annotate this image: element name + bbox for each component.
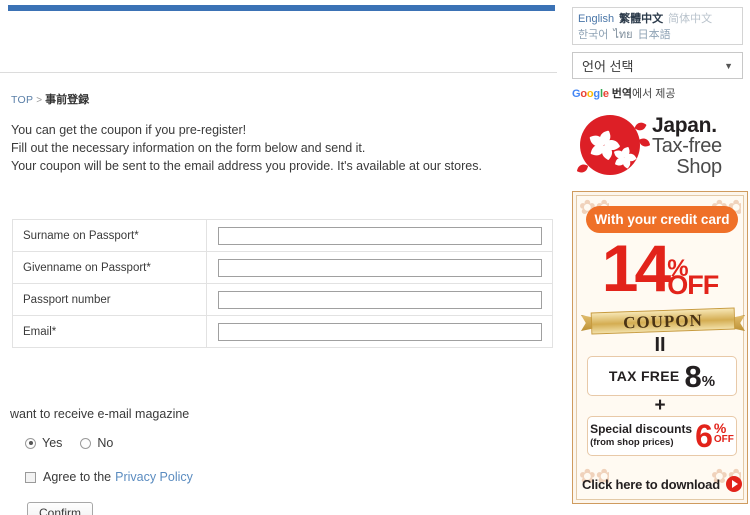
taxfree-logo-line-2: Tax-free [652,134,722,157]
taxfree-logo-text: Japan. Tax-free Shop [652,115,722,178]
agree-privacy-row[interactable]: Agree to the Privacy Policy [25,470,193,484]
header-panel [0,11,557,73]
radio-yes-label: Yes [42,436,63,450]
special-discount-suffix: % OFF [713,420,734,445]
lang-link-traditional-chinese[interactable]: 繁體中文 [619,13,663,25]
breadcrumb-top-link[interactable]: TOP [11,94,33,106]
taxfree-logo-line-1: Japan. [652,113,717,137]
table-row: Passport number [11,283,553,316]
special-off-label: OFF [713,434,734,445]
download-label: Click here to download [582,476,720,492]
taxfree-number: 8 [684,358,702,394]
play-arrow-icon[interactable] [725,476,742,492]
coupon-banner[interactable]: ✿✿ ✿✿ ✿✿ ✿✿ With your credit card 14%OFF… [572,191,748,504]
lang-link-simplified-chinese[interactable]: 简体中文 [668,13,712,25]
agree-checkbox-icon[interactable] [25,471,36,483]
table-row: Email* [11,315,553,348]
language-links-row-2: 한국어 ไทย 日本語 [578,27,737,43]
radio-yes-icon[interactable] [25,437,36,449]
google-translate-credit: Google 번역 에서 제공 [572,85,676,101]
surname-input[interactable] [218,227,543,245]
table-row: Givenname on Passport* [11,251,553,284]
google-logo: Google [572,88,609,100]
discount-off-label: OFF [667,270,719,300]
sidebar: English 繁體中文 简体中文 한국어 ไทย 日本語 언어 선택 ▼ Google… [572,0,750,515]
intro-line-3: Your coupon will be sent to the email ad… [11,159,482,173]
field-cell-givenname [206,251,553,284]
special-discount-box: Special discounts (from shop prices) 6 %… [587,416,737,456]
taxfree-percent-symbol: % [701,373,716,390]
discount-number: 14 [601,231,671,305]
email-magazine-radio-group: Yes No [25,436,131,450]
agree-prefix-label: Agree to the [43,470,112,484]
special-discount-number: 6 [695,418,713,454]
intro-line-2: Fill out the necessary information on th… [11,141,366,155]
breadcrumb-separator: > [36,95,43,106]
sakura-petal [576,162,589,175]
page-root: TOP > 事前登録 You can get the coupon if you p… [0,0,750,515]
sakura-flower-small [613,146,637,169]
lang-link-english[interactable]: English [578,13,614,25]
field-label-surname: Surname on Passport* [11,219,208,252]
email-input[interactable] [218,323,543,341]
main-content-column: TOP > 事前登録 You can get the coupon if you p… [0,0,562,515]
special-discount-line-2: (from shop prices) [590,437,674,448]
lang-link-japanese[interactable]: 日本語 [638,29,671,41]
privacy-policy-link[interactable]: Privacy Policy [115,470,193,484]
field-cell-passport-number [206,283,553,316]
taxfree-value-box: TAX FREE 8 % [587,356,737,396]
passport-number-input[interactable] [218,291,543,309]
radio-option-yes[interactable]: Yes [25,436,62,450]
ribbon-label: COUPON [622,310,704,333]
language-select-value: 언어 선택 [582,59,634,74]
field-label-givenname: Givenname on Passport* [11,251,208,284]
breadcrumb-current: 事前登録 [45,94,90,106]
sakura-petal [638,136,651,149]
equals-sign: II [654,334,666,356]
google-credit-bold-text: 번역 [611,88,632,100]
chevron-down-icon: ▼ [724,60,733,71]
confirm-button[interactable]: Confirm [27,502,93,515]
special-percent-symbol: % [713,420,727,436]
radio-option-no[interactable]: No [80,436,113,450]
field-label-email: Email* [11,315,208,348]
google-credit-rest-text: 에서 제공 [631,88,676,100]
radio-no-icon[interactable] [80,437,92,449]
registration-form-table: Surname on Passport* Givenname on Passpo… [11,219,553,348]
special-discount-line-1: Special discounts [590,422,693,436]
table-row: Surname on Passport* [11,219,553,252]
givenname-input[interactable] [218,259,543,277]
google-letter: e [602,88,609,100]
taxfree-label: TAX FREE [608,368,680,384]
discount-suffix: % OFF [667,257,719,300]
lang-link-korean[interactable]: 한국어 [578,29,608,41]
special-discount-text: Special discounts (from shop prices) [590,423,692,449]
japan-taxfree-shop-logo: Japan. Tax-free Shop [574,107,746,185]
plus-sign: + [654,395,666,416]
language-links-box: English 繁體中文 简体中文 한국어 ไทย 日本語 [572,7,743,45]
intro-paragraph: You can get the coupon if you pre-regist… [11,121,551,175]
taxfree-logo-line-3: Shop [676,155,722,178]
coupon-inner-frame: ✿✿ ✿✿ ✿✿ ✿✿ With your credit card 14%OFF… [576,195,745,500]
sakura-circle-icon [574,108,651,184]
ribbon-band: COUPON [590,307,736,335]
download-coupon-row[interactable]: Click here to download [582,473,742,495]
discount-headline: 14% OFF [577,234,743,306]
credit-card-pill: With your credit card [586,206,738,233]
intro-line-1: You can get the coupon if you pre-regist… [11,123,247,137]
field-label-passport-number: Passport number [11,283,208,316]
lang-link-thai[interactable]: ไทย [613,29,632,41]
field-cell-email [206,315,553,348]
language-select[interactable]: 언어 선택 ▼ [572,52,743,79]
language-links-row-1: English 繁體中文 简体中文 [578,11,737,27]
coupon-ribbon: COUPON [581,306,745,336]
email-magazine-label: want to receive e-mail magazine [10,407,190,421]
radio-no-label: No [97,436,114,450]
field-cell-surname [206,219,553,252]
breadcrumb: TOP > 事前登録 [11,91,89,107]
